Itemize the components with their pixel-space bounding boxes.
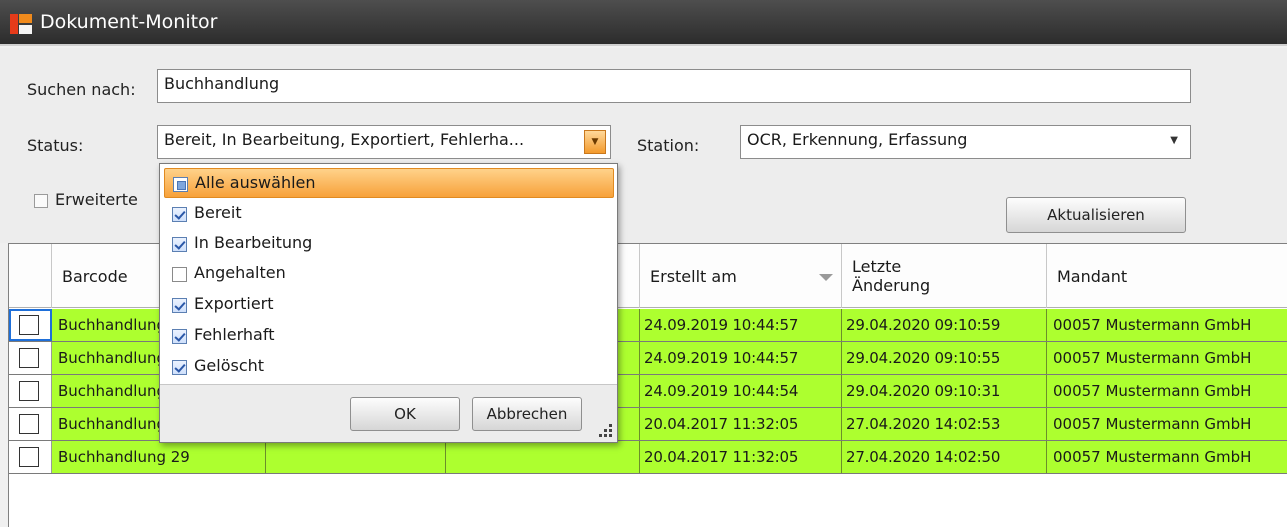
header-changed-line2: Änderung — [852, 276, 931, 295]
window-title: Dokument-Monitor — [40, 11, 218, 33]
status-option-geloescht[interactable]: Gelöscht — [164, 352, 614, 382]
status-combobox-value: Bereit, In Bearbeitung, Exportiert, Fehl… — [164, 130, 525, 149]
cell-changed: 27.04.2020 14:02:50 — [842, 441, 1047, 473]
ok-button[interactable]: OK — [350, 397, 460, 431]
status-combobox[interactable]: Bereit, In Bearbeitung, Exportiert, Fehl… — [157, 125, 611, 159]
status-option-select-all[interactable]: Alle auswählen — [164, 168, 614, 198]
status-option-checkbox[interactable] — [173, 177, 188, 192]
cancel-button[interactable]: Abbrechen — [472, 397, 582, 431]
status-option-label: Exportiert — [194, 294, 274, 313]
station-combobox-value: OCR, Erkennung, Erfassung — [747, 130, 968, 149]
status-option-angehalten[interactable]: Angehalten — [164, 259, 614, 289]
header-created[interactable]: Erstellt am — [640, 244, 842, 308]
cell-client: 00057 Mustermann GmbH — [1053, 349, 1252, 367]
refresh-button[interactable]: Aktualisieren — [1006, 197, 1186, 233]
status-option-checkbox[interactable] — [172, 267, 187, 282]
cell-created: 24.09.2019 10:44:57 — [640, 342, 842, 374]
status-option-exportiert[interactable]: Exportiert — [164, 290, 614, 320]
status-option-fehlerhaft[interactable]: Fehlerhaft — [164, 321, 614, 351]
status-option-bereit[interactable]: Bereit — [164, 199, 614, 229]
header-changed[interactable]: Letzte Änderung — [842, 244, 1047, 308]
station-label: Station: — [637, 136, 700, 155]
chevron-down-icon[interactable]: ▼ — [584, 130, 606, 154]
row-checkbox[interactable] — [19, 381, 39, 401]
chevron-down-icon[interactable]: ▼ — [1170, 135, 1178, 146]
cell-barcode: Buchhandlung 29 — [52, 441, 266, 473]
row-select-cell[interactable] — [9, 342, 52, 374]
title-bar: Dokument-Monitor — [0, 0, 1287, 46]
cell-created: 24.09.2019 10:44:57 — [640, 309, 842, 341]
row-select-cell[interactable] — [9, 441, 52, 473]
header-select-column[interactable] — [9, 244, 52, 308]
status-dropdown-popup: Alle auswählen Bereit In Bearbeitung Ang… — [159, 163, 618, 443]
cell-client: 00057 Mustermann GmbH — [1053, 316, 1252, 334]
cell-changed: 29.04.2020 09:10:59 — [842, 309, 1047, 341]
cell-changed: 27.04.2020 14:02:53 — [842, 408, 1047, 440]
status-option-in-bearbeitung[interactable]: In Bearbeitung — [164, 229, 614, 259]
sort-descending-icon[interactable] — [819, 274, 833, 281]
status-option-checkbox[interactable] — [172, 207, 187, 222]
station-combobox[interactable]: OCR, Erkennung, Erfassung ▼ — [740, 125, 1191, 159]
cell-column-3 — [266, 441, 446, 473]
status-label: Status: — [27, 136, 84, 155]
row-checkbox[interactable] — [19, 447, 39, 467]
cell-changed: 29.04.2020 09:10:55 — [842, 342, 1047, 374]
cell-client: 00057 Mustermann GmbH — [1053, 415, 1252, 433]
extended-label: Erweiterte — [55, 190, 138, 209]
app-logo-icon — [10, 14, 32, 34]
status-option-label: Bereit — [194, 203, 242, 222]
cell-created: 20.04.2017 11:32:05 — [640, 441, 842, 473]
search-label: Suchen nach: — [27, 80, 136, 99]
status-option-checkbox[interactable] — [172, 298, 187, 313]
cell-changed: 29.04.2020 09:10:31 — [842, 375, 1047, 407]
extended-checkbox[interactable] — [34, 194, 48, 208]
status-option-checkbox[interactable] — [172, 329, 187, 344]
status-option-label: Fehlerhaft — [194, 325, 275, 344]
search-input[interactable]: Buchhandlung — [157, 69, 1191, 103]
cell-client: 00057 Mustermann GmbH — [1053, 448, 1252, 466]
cell-column-4 — [446, 441, 640, 473]
table-row[interactable]: Buchhandlung 29 20.04.2017 11:32:05 27.0… — [9, 441, 1287, 474]
row-select-cell[interactable] — [9, 408, 52, 440]
row-checkbox[interactable] — [19, 315, 39, 335]
status-option-label: In Bearbeitung — [194, 233, 313, 252]
cell-created: 20.04.2017 11:32:05 — [640, 408, 842, 440]
row-checkbox[interactable] — [19, 348, 39, 368]
cell-created: 24.09.2019 10:44:54 — [640, 375, 842, 407]
header-client[interactable]: Mandant — [1047, 244, 1287, 308]
row-select-cell[interactable] — [9, 375, 52, 407]
row-select-cell[interactable] — [9, 309, 52, 341]
header-created-label: Erstellt am — [650, 266, 737, 286]
status-option-checkbox[interactable] — [172, 360, 187, 375]
status-option-checkbox[interactable] — [172, 237, 187, 252]
cell-client: 00057 Mustermann GmbH — [1053, 382, 1252, 400]
status-option-label: Angehalten — [194, 263, 286, 282]
resize-grip-icon[interactable] — [599, 424, 613, 438]
status-option-label: Gelöscht — [194, 356, 265, 375]
header-changed-line1: Letzte — [852, 257, 902, 276]
popup-footer: OK Abbrechen — [160, 384, 617, 442]
status-option-label: Alle auswählen — [195, 173, 316, 192]
row-checkbox[interactable] — [19, 414, 39, 434]
